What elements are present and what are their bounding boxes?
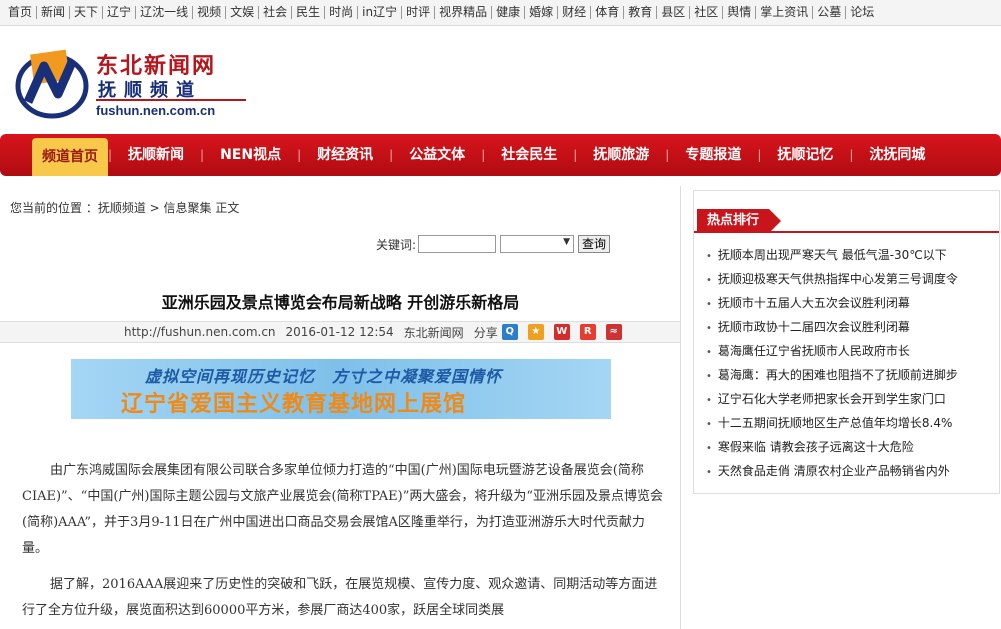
hot-ranking-item[interactable]: • 十二五期间抚顺地区生产总值年均增长8.4% [694, 411, 999, 435]
bullet-icon: • [706, 395, 712, 406]
banner-title: 辽宁省爱国主义教育基地网上展馆 [121, 392, 467, 417]
topnav-item[interactable]: 天下 [70, 6, 104, 19]
hot-ranking-link[interactable]: 十二五期间抚顺地区生产总值年均增长8.4% [718, 416, 953, 430]
main-navigation: 频道首页 | 抚顺新闻 | NEN视点 | 财经资讯 | 公益文体 | 社会民生 | 抚顺旅游 | 专题报道… [0, 134, 1001, 176]
weibo-share-icon[interactable]: W [553, 324, 570, 340]
article-paragraph: 据了解，2016AAA展迎来了历史性的突破和飞跃，在展览规模、宣传力度、观众邀请… [22, 577, 658, 618]
mainnav-item[interactable]: 抚顺新闻 [112, 134, 200, 176]
topnav-item[interactable]: 时评 [402, 6, 436, 19]
mainnav-item[interactable]: 频道首页 [32, 138, 108, 176]
hot-ranking-link[interactable]: 寒假来临 请教会孩子远离这十大危险 [718, 440, 914, 454]
breadcrumb: 您当前的位置 ：抚顺频道 > 信息聚集 正文 [10, 201, 240, 215]
topnav-item[interactable]: 视频 [193, 6, 227, 19]
bullet-icon: • [706, 251, 712, 262]
bullet-icon: • [706, 443, 712, 454]
topnav-item[interactable]: 财经 [558, 6, 592, 19]
hot-ranking-link[interactable]: 抚顺市政协十二届四次会议胜利闭幕 [718, 320, 910, 334]
article-title: 亚洲乐园及景点博览会布局新战略 开创游乐新格局 [161, 293, 520, 312]
topnav-item[interactable]: 社会 [259, 6, 293, 19]
search-label: 关键词: [376, 237, 417, 252]
topnav-item[interactable]: 辽沈一线 [136, 6, 194, 19]
mainnav-item[interactable]: NEN视点 [204, 134, 297, 176]
hot-ranking-header: 热点排行 [694, 209, 999, 233]
hot-ranking-item[interactable]: • 抚顺市政协十二届四次会议胜利闭幕 [694, 315, 999, 339]
article-meta: http://fushun.nen.com.cn 2016-01-12 12:5… [0, 321, 680, 343]
hot-ranking-item[interactable]: • 抚顺迎极寒天气供热指挥中心发第三号调度令 [694, 267, 999, 291]
topnav-item[interactable]: 论坛 [846, 6, 878, 19]
mainnav-item[interactable]: 抚顺记忆 [761, 134, 849, 176]
topnav-item[interactable]: 时尚 [325, 6, 359, 19]
mainnav-item[interactable]: 社会民生 [485, 134, 573, 176]
search-button[interactable]: 查询 [578, 235, 611, 253]
hot-ranking-link[interactable]: 辽宁石化大学老师把家长会开到学生家门口 [718, 392, 946, 406]
hot-ranking-item[interactable]: • 葛海鹰任辽宁省抚顺市人民政府市长 [694, 339, 999, 363]
topnav-item[interactable]: 文娱 [226, 6, 260, 19]
qzone-share-icon[interactable]: Q [501, 324, 518, 340]
site-logo[interactable]: 东北新闻网 抚顺频道 fushun.nen.com.cn [14, 44, 254, 124]
hot-ranking-link[interactable]: 抚顺本周出现严寒天气 最低气温-30℃以下 [718, 248, 947, 262]
hot-ranking-item[interactable]: • 辽宁石化大学老师把家长会开到学生家门口 [694, 387, 999, 411]
bullet-icon: • [706, 347, 712, 358]
hot-ranking-link[interactable]: 抚顺市十五届人大五次会议胜利闭幕 [718, 296, 910, 310]
topnav-item[interactable]: 教育 [624, 6, 658, 19]
topnav-item[interactable]: 体育 [591, 6, 625, 19]
rss-share-icon[interactable]: ≈ [605, 324, 622, 340]
topnav-item[interactable]: 县区 [657, 6, 691, 19]
topnav-item[interactable]: 社区 [690, 6, 724, 19]
hot-ranking-item[interactable]: • 寒假来临 请教会孩子远离这十大危险 [694, 435, 999, 459]
article-source: 东北新闻网 [403, 325, 464, 340]
share-label: 分享 [473, 325, 498, 340]
hot-ranking-list: • 抚顺本周出现严寒天气 最低气温-30℃以下 • 抚顺迎极寒天气供热指挥中心发第三号… [694, 243, 999, 483]
mainnav-item[interactable]: 专题报道 [669, 134, 757, 176]
bullet-icon: • [706, 467, 712, 478]
topnav-item[interactable]: 公墓 [813, 6, 847, 19]
article-datetime: 2016-01-12 12:54 [285, 325, 394, 339]
bullet-icon: • [706, 299, 712, 310]
banner-tagline: 虚拟空间再现历史记忆 方寸之中凝聚爱国情怀 [145, 367, 503, 386]
hot-ranking-link[interactable]: 葛海鹰任辽宁省抚顺市人民政府市长 [718, 344, 910, 358]
topnav-item[interactable]: 健康 [492, 6, 526, 19]
hot-ranking-item[interactable]: • 葛海鹰：再大的困难也阻挡不了抚顺前进脚步 [694, 363, 999, 387]
topnav-item[interactable]: in辽宁 [358, 6, 403, 19]
topnav-item[interactable]: 舆情 [723, 6, 757, 19]
bullet-icon: • [706, 275, 712, 286]
mainnav-item[interactable]: 抚顺旅游 [577, 134, 665, 176]
hot-ranking-title: 热点排行 [697, 209, 782, 233]
mainnav-item[interactable]: 沈抚同城 [853, 134, 941, 176]
hot-ranking-panel: 热点排行 • 抚顺本周出现严寒天气 最低气温-30℃以下 • 抚顺迎极寒天气供热指挥中… [693, 190, 1000, 494]
hot-ranking-item[interactable]: • 抚顺本周出现严寒天气 最低气温-30℃以下 [694, 243, 999, 267]
mainnav-item[interactable]: 财经资讯 [301, 134, 389, 176]
topnav-item[interactable]: 新闻 [37, 6, 71, 19]
hot-ranking-link[interactable]: 天然食品走俏 清原农村企业产品畅销省内外 [718, 464, 950, 478]
topnav-item[interactable]: 民生 [292, 6, 326, 19]
topnav-item[interactable]: 视界精品 [435, 6, 493, 19]
keyword-search: 关键词: ▼ 查询 [376, 235, 611, 253]
hot-ranking-link[interactable]: 葛海鹰：再大的困难也阻挡不了抚顺前进脚步 [718, 368, 958, 382]
article-column: 您当前的位置 ：抚顺频道 > 信息聚集 正文 关键词: ▼ 查询 亚洲乐园及景点… [0, 186, 681, 629]
logo-emblem-icon [15, 49, 89, 119]
chevron-down-icon: ▼ [563, 237, 571, 247]
bullet-icon: • [706, 323, 712, 334]
article-paragraph: 由广东鸿威国际会展集团有限公司联合多家单位倾力打造的“中国(广州)国际电玩暨游艺… [22, 463, 664, 556]
topnav-item[interactable]: 首页 [4, 6, 38, 19]
logo-divider [96, 99, 246, 101]
logo-domain: fushun.nen.com.cn [96, 103, 216, 118]
hot-ranking-item[interactable]: • 抚顺市十五届人大五次会议胜利闭幕 [694, 291, 999, 315]
topnav-item[interactable]: 婚嫁 [525, 6, 559, 19]
mainnav-item[interactable]: 公益文体 [393, 134, 481, 176]
promo-banner[interactable]: 虚拟空间再现历史记忆 方寸之中凝聚爱国情怀 辽宁省爱国主义教育基地网上展馆 [71, 359, 611, 419]
article-url[interactable]: http://fushun.nen.com.cn [124, 325, 276, 339]
topnav-item[interactable]: 掌上资讯 [756, 6, 814, 19]
search-scope-select[interactable]: ▼ [500, 235, 575, 253]
hot-ranking-link[interactable]: 抚顺迎极寒天气供热指挥中心发第三号调度令 [718, 272, 958, 286]
topnav-item[interactable]: 辽宁 [103, 6, 137, 19]
bullet-icon: • [706, 419, 712, 430]
top-navigation: 首页 新闻 天下 辽宁 辽沈一线 视频 文娱 社会 民生 时尚 in辽宁 时评 视界精品 健康 婚嫁 财经 体育… [0, 0, 1001, 26]
bullet-icon: • [706, 371, 712, 382]
renren-share-icon[interactable]: R [579, 324, 596, 340]
favorite-share-icon[interactable]: ★ [527, 324, 544, 340]
hot-ranking-item[interactable]: • 天然食品走俏 清原农村企业产品畅销省内外 [694, 459, 999, 483]
keyword-input[interactable] [418, 235, 497, 253]
